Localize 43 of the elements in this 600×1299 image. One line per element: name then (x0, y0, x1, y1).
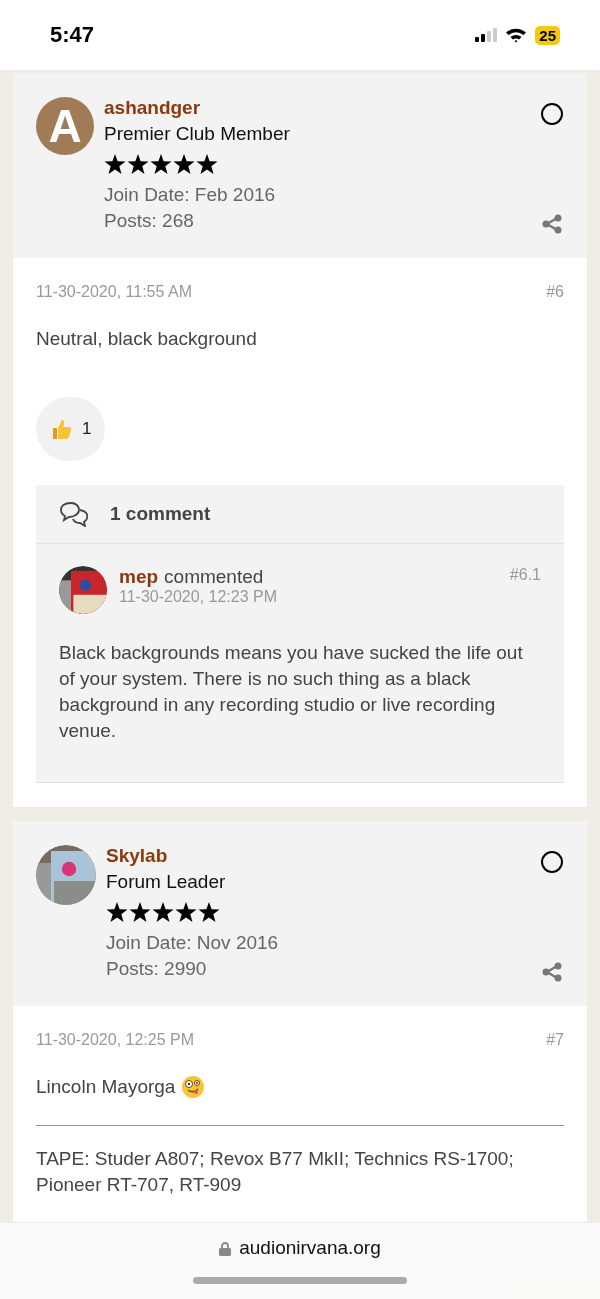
star-icon (129, 902, 151, 923)
comment-action: commented (164, 566, 264, 588)
share-icon[interactable] (542, 214, 562, 234)
thumbs-up-icon (50, 417, 74, 441)
star-icon (196, 154, 218, 175)
join-date: Join Date: Nov 2016 (106, 931, 280, 955)
post-count: Posts: 268 (104, 209, 195, 233)
user-rank: Premier Club Member (104, 123, 291, 145)
avatar: A (36, 97, 94, 155)
share-icon[interactable] (542, 962, 562, 982)
comment-text: Black backgrounds means you have sucked the life out of your system. There is no such thing as a black background in any recording studio or live recording venue. (59, 641, 524, 743)
post-count: Posts: 2990 (106, 957, 208, 981)
star-icon (152, 902, 174, 923)
username-link[interactable]: mep (119, 566, 159, 588)
wifi-icon (505, 27, 528, 43)
comment-count: 1 comment (110, 503, 211, 525)
username-link[interactable]: ashandger (104, 97, 531, 119)
battery-indicator: 25 (535, 25, 560, 45)
signature-text: TAPE: Studer A807; Revox B77 MkII; Technics RS-1700; Pioneer RT-707, RT-909 (36, 1147, 515, 1197)
star-icon (106, 902, 128, 923)
post-text: Neutral, black background (36, 327, 258, 351)
like-reaction-button[interactable]: 1 (36, 397, 106, 461)
user-rank: Forum Leader (106, 871, 227, 893)
star-icon (175, 902, 197, 923)
url-text[interactable]: audionirvana.org (239, 1237, 381, 1259)
select-radio[interactable] (541, 103, 563, 125)
post-date: 11-30-2020, 12:25 PM (36, 1031, 195, 1049)
signal-icon (475, 28, 498, 42)
comment-date: 11-30-2020, 12:23 PM (119, 588, 279, 606)
speech-bubbles-icon (60, 501, 90, 527)
select-radio[interactable] (541, 851, 563, 873)
join-date: Join Date: Feb 2016 (104, 183, 277, 207)
status-time: 5:47 (50, 22, 95, 48)
silly-face-icon (181, 1075, 206, 1099)
star-icon (198, 902, 220, 923)
post-date: 11-30-2020, 11:55 AM (36, 283, 192, 301)
post-text: Lincoln Mayorga (36, 1075, 176, 1099)
username-link[interactable]: Skylab (106, 845, 531, 867)
star-icon (127, 154, 149, 175)
star-icon (150, 154, 172, 175)
star-icon (173, 154, 195, 175)
lock-icon (219, 1240, 232, 1256)
star-icon (104, 154, 126, 175)
